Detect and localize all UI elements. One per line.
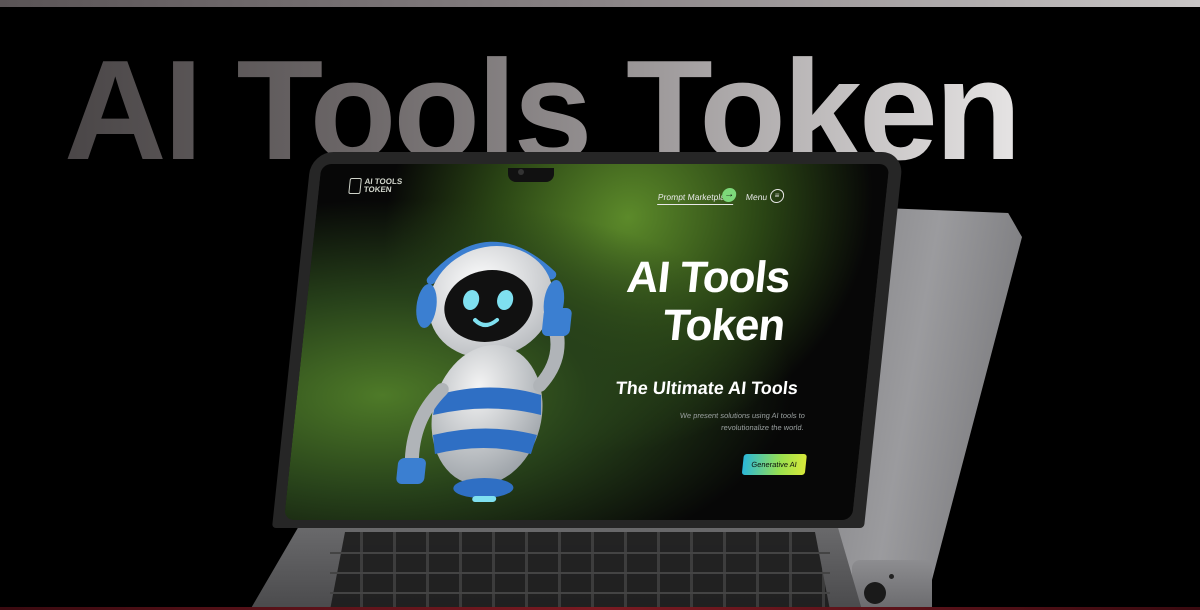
back-laptop-hinge: [852, 560, 932, 610]
nav-menu[interactable]: Menu: [745, 192, 767, 202]
hero-description-line-2: revolutionalize the world.: [720, 423, 805, 432]
hero-description-line-1: We present solutions using AI tools to: [679, 411, 806, 420]
indicator-dot: [889, 574, 894, 579]
menu-icon[interactable]: ≡: [769, 189, 785, 203]
key-row-divider: [330, 572, 830, 574]
key-row-divider: [330, 592, 830, 594]
hero-title: AI Tools Token: [620, 253, 793, 350]
port-icon: [864, 582, 886, 604]
hero-title-line-2: Token: [660, 301, 788, 350]
top-gradient-bar: [0, 0, 1200, 7]
laptop-screen: AI TOOLS TOKEN Prompt Marketplace → Menu…: [284, 164, 890, 520]
hero-title-line-1: AI Tools: [624, 253, 793, 302]
camera-notch: [508, 168, 554, 182]
hero-subtitle: The Ultimate AI Tools: [614, 378, 799, 398]
site-logo[interactable]: AI TOOLS TOKEN: [348, 177, 403, 194]
generative-ai-button[interactable]: Generative AI: [741, 454, 807, 475]
hero-description: We present solutions using AI tools to r…: [603, 410, 806, 434]
keyboard-keys: [330, 532, 830, 610]
arrow-right-icon[interactable]: →: [721, 188, 737, 202]
robot-mascot-illustration: [396, 241, 572, 502]
key-row-divider: [330, 552, 830, 554]
camera-icon: [518, 169, 524, 175]
logo-mark-icon: [348, 178, 362, 194]
logo-line-2: TOKEN: [363, 185, 393, 194]
